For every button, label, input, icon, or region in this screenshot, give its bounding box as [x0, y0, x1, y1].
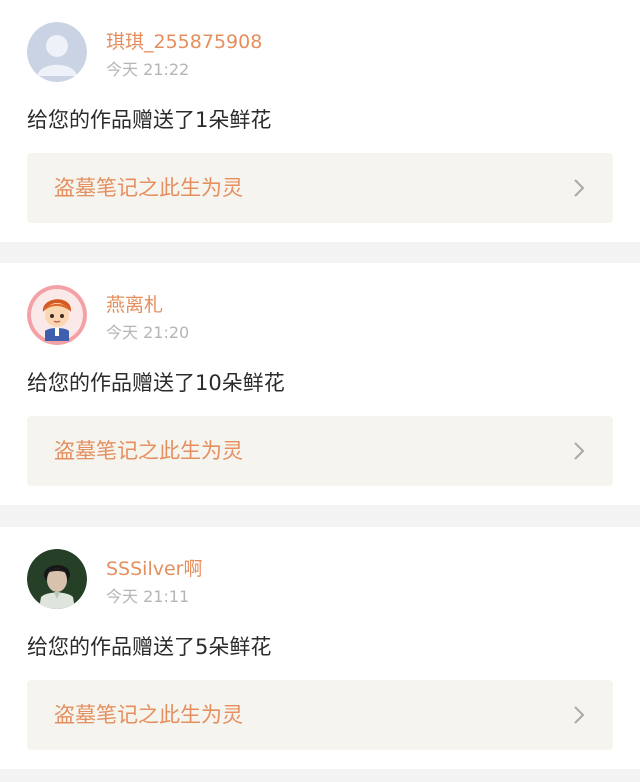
- timestamp: 今天 21:11: [106, 587, 190, 606]
- gift-message: 给您的作品赠送了1朵鲜花: [27, 108, 272, 132]
- timestamp: 今天 21:20: [106, 323, 190, 342]
- chevron-right-icon: [574, 179, 585, 197]
- book-link[interactable]: 盗墓笔记之此生为灵: [27, 153, 613, 223]
- chevron-right-icon: [574, 706, 585, 724]
- avatar[interactable]: [27, 549, 87, 609]
- chevron-right-icon: [574, 442, 585, 460]
- notification-card: SSSilver啊 今天 21:11 给您的作品赠送了5朵鲜花 盗墓笔记之此生为…: [0, 527, 640, 769]
- photo-avatar-icon: [27, 549, 87, 609]
- username[interactable]: SSSilver啊: [106, 557, 203, 581]
- gift-message: 给您的作品赠送了10朵鲜花: [27, 371, 285, 395]
- notification-card: 琪琪_255875908 今天 21:22 给您的作品赠送了1朵鲜花 盗墓笔记之…: [0, 0, 640, 242]
- book-link[interactable]: 盗墓笔记之此生为灵: [27, 680, 613, 750]
- username[interactable]: 琪琪_255875908: [106, 30, 262, 54]
- avatar[interactable]: [27, 285, 87, 345]
- book-title: 盗墓笔记之此生为灵: [54, 703, 243, 727]
- book-title: 盗墓笔记之此生为灵: [54, 439, 243, 463]
- gift-message: 给您的作品赠送了5朵鲜花: [27, 635, 272, 659]
- book-link[interactable]: 盗墓笔记之此生为灵: [27, 416, 613, 486]
- username[interactable]: 燕离札: [106, 293, 163, 317]
- timestamp: 今天 21:22: [106, 60, 190, 79]
- cartoon-boy-avatar-icon: [27, 285, 87, 345]
- notification-feed: 琪琪_255875908 今天 21:22 给您的作品赠送了1朵鲜花 盗墓笔记之…: [0, 0, 640, 782]
- notification-card: 燕离札 今天 21:20 给您的作品赠送了10朵鲜花 盗墓笔记之此生为灵: [0, 263, 640, 505]
- book-title: 盗墓笔记之此生为灵: [54, 176, 243, 200]
- default-user-avatar-icon: [27, 22, 87, 82]
- avatar[interactable]: [27, 22, 87, 82]
